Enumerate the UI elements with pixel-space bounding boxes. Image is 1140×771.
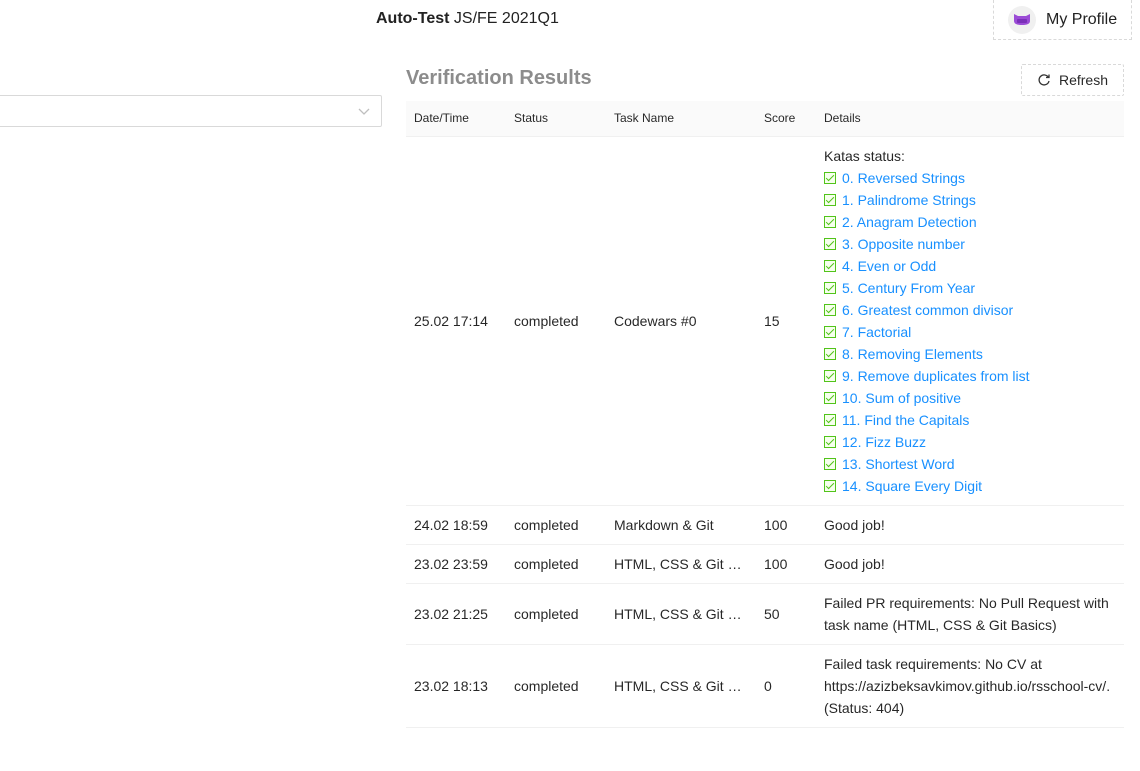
check-square-icon xyxy=(824,325,836,338)
check-square-icon xyxy=(824,281,836,294)
kata-link[interactable]: 8. Removing Elements xyxy=(842,343,983,365)
kata-item: 5. Century From Year xyxy=(824,277,1116,299)
section-title: Verification Results xyxy=(406,67,592,89)
kata-link[interactable]: 0. Reversed Strings xyxy=(842,167,965,189)
kata-item: 8. Removing Elements xyxy=(824,343,1116,365)
refresh-button[interactable]: Refresh xyxy=(1021,64,1124,96)
reload-icon xyxy=(1038,74,1050,86)
cell-status: completed xyxy=(506,644,606,728)
column-header-task-name: Task Name xyxy=(606,101,756,137)
check-square-icon xyxy=(824,193,836,206)
kata-item: 2. Anagram Detection xyxy=(824,211,1116,233)
check-square-icon xyxy=(824,303,836,316)
cell-task-name: HTML, CSS & Git Basics xyxy=(606,644,756,728)
table-row: 23.02 21:25 completed HTML, CSS & Git Ba… xyxy=(406,583,1124,645)
kata-link[interactable]: 7. Factorial xyxy=(842,321,911,343)
column-header-status: Status xyxy=(506,101,606,137)
cell-status: completed xyxy=(506,544,606,584)
cell-details: Failed task requirements: No CV at https… xyxy=(816,644,1124,728)
cell-status: completed xyxy=(506,505,606,545)
kata-item: 9. Remove duplicates from list xyxy=(824,365,1116,387)
kata-link[interactable]: 11. Find the Capitals xyxy=(842,409,969,431)
cell-task-name: HTML, CSS & Git Basics xyxy=(606,544,756,584)
chevron-down-icon xyxy=(358,108,370,115)
cell-datetime: 23.02 23:59 xyxy=(406,544,506,584)
table-header-row: Date/Time Status Task Name Score Details xyxy=(406,101,1124,137)
kata-link[interactable]: 13. Shortest Word xyxy=(842,453,955,475)
cell-score: 15 xyxy=(756,136,816,506)
kata-item: 12. Fizz Buzz xyxy=(824,431,1116,453)
check-square-icon xyxy=(824,237,836,250)
kata-item: 6. Greatest common divisor xyxy=(824,299,1116,321)
kata-link[interactable]: 5. Century From Year xyxy=(842,277,975,299)
kata-link[interactable]: 14. Square Every Digit xyxy=(842,475,982,497)
column-header-datetime: Date/Time xyxy=(406,101,506,137)
kata-link[interactable]: 9. Remove duplicates from list xyxy=(842,365,1030,387)
kata-item: 13. Shortest Word xyxy=(824,453,1116,475)
check-square-icon xyxy=(824,347,836,360)
table-row: 25.02 17:14 completed Codewars #0 15 Kat… xyxy=(406,136,1124,506)
cell-status: completed xyxy=(506,136,606,506)
kata-item: 4. Even or Odd xyxy=(824,255,1116,277)
kata-link[interactable]: 4. Even or Odd xyxy=(842,255,936,277)
results-table: Date/Time Status Task Name Score Details… xyxy=(406,101,1124,728)
check-square-icon xyxy=(824,479,836,492)
kata-item: 11. Find the Capitals xyxy=(824,409,1116,431)
my-profile-label: My Profile xyxy=(1046,10,1118,28)
cell-details: Failed PR requirements: No Pull Request … xyxy=(816,583,1124,645)
cell-score: 50 xyxy=(756,583,816,645)
cell-score: 100 xyxy=(756,544,816,584)
app-title-bold: Auto-Test xyxy=(376,10,450,27)
cell-task-name: HTML, CSS & Git Basics xyxy=(606,583,756,645)
kata-list: 0. Reversed Strings 1. Palindrome String… xyxy=(824,167,1116,497)
table-row: 23.02 18:13 completed HTML, CSS & Git Ba… xyxy=(406,644,1124,728)
check-square-icon xyxy=(824,391,836,404)
kata-link[interactable]: 1. Palindrome Strings xyxy=(842,189,976,211)
column-header-details: Details xyxy=(816,101,1124,137)
kata-item: 1. Palindrome Strings xyxy=(824,189,1116,211)
check-square-icon xyxy=(824,171,836,184)
cell-details: Katas status: 0. Reversed Strings 1. Pal… xyxy=(816,136,1124,506)
kata-item: 0. Reversed Strings xyxy=(824,167,1116,189)
check-square-icon xyxy=(824,413,836,426)
page: Auto-Test JS/FE 2021Q1 My Profile Verifi… xyxy=(0,0,1140,771)
kata-item: 3. Opposite number xyxy=(824,233,1116,255)
kata-link[interactable]: 3. Opposite number xyxy=(842,233,965,255)
check-square-icon xyxy=(824,435,836,448)
kata-link[interactable]: 2. Anagram Detection xyxy=(842,211,977,233)
check-square-icon xyxy=(824,457,836,470)
table-row: 23.02 23:59 completed HTML, CSS & Git Ba… xyxy=(406,544,1124,584)
course-select[interactable] xyxy=(0,95,382,127)
github-avatar-icon xyxy=(1008,5,1036,34)
app-title-course: JS/FE 2021Q1 xyxy=(449,10,559,27)
cell-datetime: 25.02 17:14 xyxy=(406,136,506,506)
kata-item: 14. Square Every Digit xyxy=(824,475,1116,497)
cell-score: 0 xyxy=(756,644,816,728)
cell-task-name: Codewars #0 xyxy=(606,136,756,506)
column-header-score: Score xyxy=(756,101,816,137)
cell-task-name: Markdown & Git xyxy=(606,505,756,545)
katas-status-header: Katas status: xyxy=(824,147,905,164)
check-square-icon xyxy=(824,369,836,382)
refresh-label: Refresh xyxy=(1058,72,1109,88)
cell-status: completed xyxy=(506,583,606,645)
cell-score: 100 xyxy=(756,505,816,545)
cell-datetime: 23.02 18:13 xyxy=(406,644,506,728)
check-square-icon xyxy=(824,259,836,272)
kata-item: 7. Factorial xyxy=(824,321,1116,343)
kata-link[interactable]: 6. Greatest common divisor xyxy=(842,299,1013,321)
cell-datetime: 23.02 21:25 xyxy=(406,583,506,645)
my-profile-button[interactable]: My Profile xyxy=(993,0,1132,40)
kata-item: 10. Sum of positive xyxy=(824,387,1116,409)
kata-link[interactable]: 12. Fizz Buzz xyxy=(842,431,926,453)
kata-link[interactable]: 10. Sum of positive xyxy=(842,387,961,409)
check-square-icon xyxy=(824,215,836,228)
cell-details: Good job! xyxy=(816,505,1124,545)
table-row: 24.02 18:59 completed Markdown & Git 100… xyxy=(406,505,1124,545)
cell-datetime: 24.02 18:59 xyxy=(406,505,506,545)
cell-details: Good job! xyxy=(816,544,1124,584)
app-title: Auto-Test JS/FE 2021Q1 xyxy=(376,9,559,29)
